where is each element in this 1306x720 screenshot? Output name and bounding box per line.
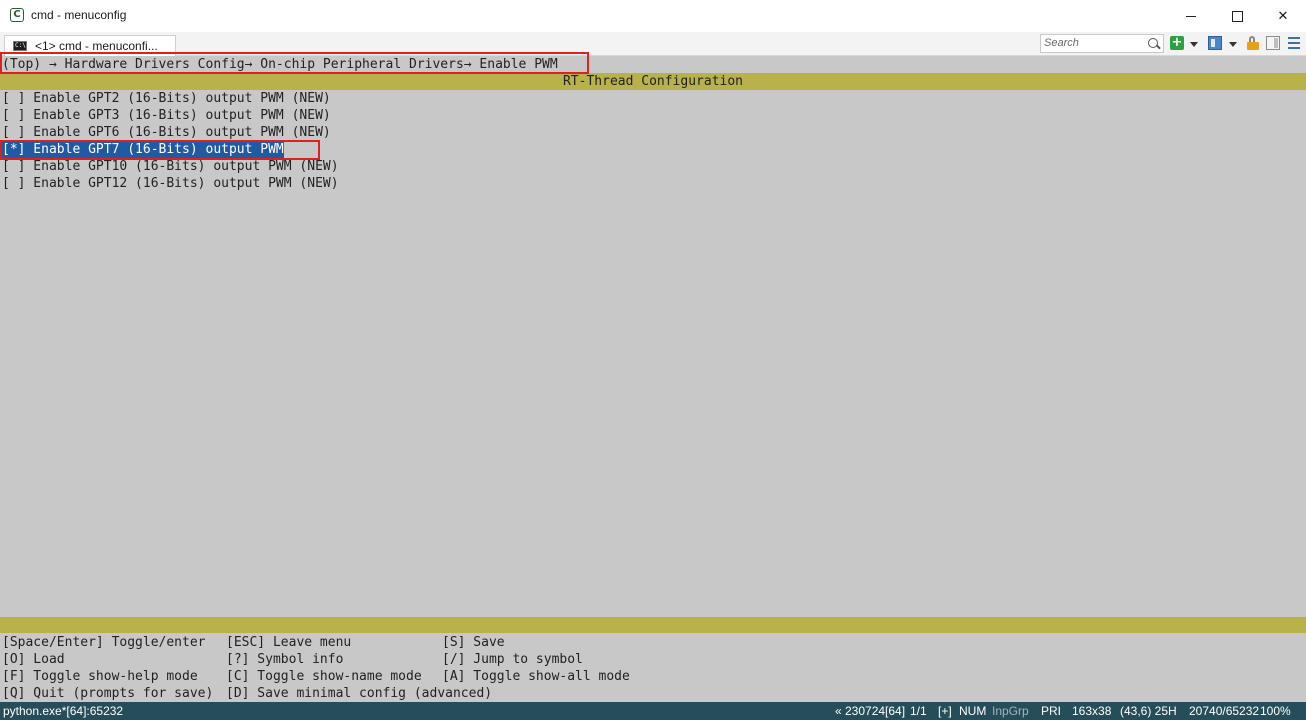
title-bar: C cmd - menuconfig ✕ (0, 0, 1306, 32)
menu-item-gpt3[interactable]: [ ] Enable GPT3 (16-Bits) output PWM (NE… (2, 107, 331, 124)
status-process: python.exe*[64]:65232 (3, 704, 124, 718)
help-esc: [ESC] Leave menu (226, 635, 352, 650)
close-button[interactable]: ✕ (1260, 0, 1306, 32)
help-show-all: [A] Toggle show-all mode (442, 669, 630, 684)
help-separator-bar (0, 617, 1306, 633)
status-cursor: (43,6) 25H (1120, 704, 1177, 718)
help-symbol-info: [?] Symbol info (226, 652, 344, 667)
status-bar: python.exe*[64]:65232 « 230724[64] 1/1 [… (0, 702, 1306, 720)
status-plus: [+] (938, 704, 952, 718)
lock-icon[interactable] (1246, 36, 1260, 50)
breadcrumb-highlight-box (0, 52, 589, 74)
help-save: [S] Save (442, 635, 505, 650)
minimize-button[interactable] (1168, 0, 1214, 32)
console-icon: C:\ (13, 41, 27, 51)
panel-view-icon[interactable] (1208, 36, 1222, 50)
config-title: RT-Thread Configuration (562, 74, 743, 89)
status-page: 1/1 (910, 704, 927, 718)
status-inpgrp: InpGrp (992, 704, 1029, 718)
help-load: [O] Load (2, 652, 65, 667)
terminal-area[interactable]: (Top) → Hardware Drivers Config→ On-chip… (0, 52, 1306, 702)
minimize-icon (1186, 15, 1196, 17)
tab-label: <1> cmd - menuconfi... (35, 39, 158, 53)
menu-item-gpt6[interactable]: [ ] Enable GPT6 (16-Bits) output PWM (NE… (2, 124, 331, 141)
new-console-icon[interactable]: + (1170, 36, 1184, 50)
close-icon: ✕ (1277, 8, 1289, 24)
status-num: NUM (959, 704, 987, 718)
help-quit: [Q] Quit (prompts for save) (2, 686, 214, 701)
help-save-minimal: [D] Save minimal config (advanced) (226, 686, 493, 701)
search-icon (1148, 38, 1158, 48)
maximize-icon (1231, 10, 1243, 22)
search-input[interactable]: Search (1040, 34, 1164, 53)
help-jump: [/] Jump to symbol (442, 652, 583, 667)
status-memory: 20740/65232 (1189, 704, 1260, 718)
help-show-name: [C] Toggle show-name mode (226, 669, 422, 684)
menu-item-gpt2[interactable]: [ ] Enable GPT2 (16-Bits) output PWM (NE… (2, 90, 331, 107)
help-space-enter: [Space/Enter] Toggle/enter (2, 635, 206, 650)
help-show-help: [F] Toggle show-help mode (2, 669, 198, 684)
hamburger-menu-icon[interactable] (1287, 36, 1301, 50)
search-placeholder: Search (1044, 37, 1079, 49)
menu-item-gpt10[interactable]: [ ] Enable GPT10 (16-Bits) output PWM (N… (2, 158, 339, 175)
maximize-button[interactable] (1214, 0, 1260, 32)
selected-item-highlight-box (0, 140, 320, 160)
panel-view-dropdown-icon[interactable] (1229, 42, 1237, 47)
conemu-app-icon: C (10, 8, 24, 22)
status-size: 163x38 (1072, 704, 1112, 718)
new-console-dropdown-icon[interactable] (1190, 42, 1198, 47)
menu-item-gpt12[interactable]: [ ] Enable GPT12 (16-Bits) output PWM (N… (2, 175, 339, 192)
status-build: « 230724[64] (835, 704, 906, 718)
status-zoom: 100% (1260, 704, 1291, 718)
status-pri: PRI (1041, 704, 1062, 718)
layout-icon[interactable] (1266, 36, 1280, 50)
config-banner: RT-Thread Configuration (0, 73, 1306, 90)
window-title: cmd - menuconfig (31, 8, 127, 22)
